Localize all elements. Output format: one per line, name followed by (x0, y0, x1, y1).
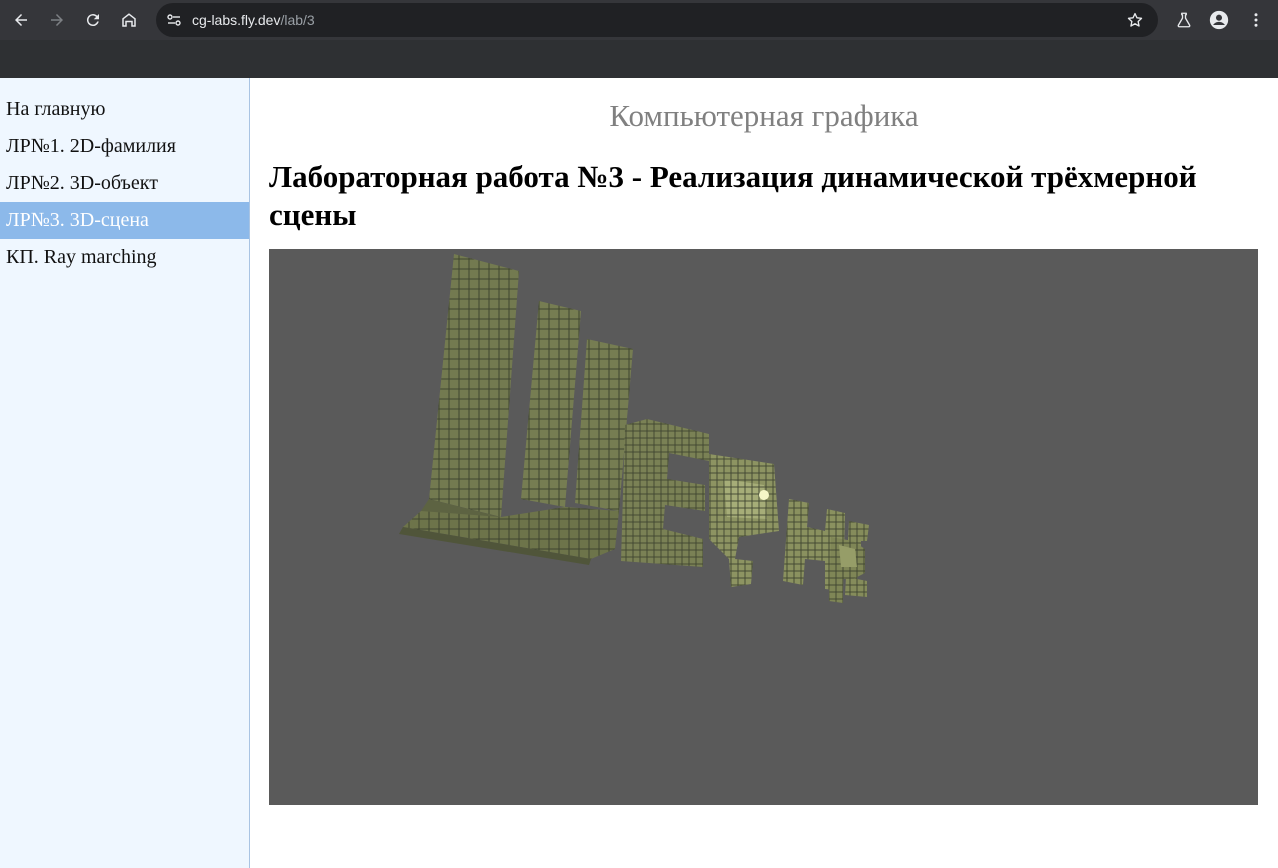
labs-button[interactable] (1172, 8, 1196, 32)
browser-toolbar: cg-labs.fly.dev/lab/3 (0, 0, 1278, 40)
arrow-left-icon (15, 14, 27, 26)
url-path: /lab/3 (280, 12, 315, 28)
sidebar-item-lab1[interactable]: ЛР№1. 2D-фамилия (0, 128, 249, 165)
home-icon (122, 13, 136, 27)
more-vert-icon (1254, 13, 1258, 27)
letter-f (709, 454, 779, 587)
sidebar-item-home[interactable]: На главную (0, 91, 249, 128)
profile-button[interactable] (1207, 8, 1231, 32)
flask-icon (1177, 12, 1191, 28)
main-content: Компьютерная графика Лабораторная работа… (250, 78, 1278, 868)
url-host: cg-labs.fly.dev (192, 12, 281, 28)
arrow-right-icon (51, 14, 63, 26)
home-button[interactable] (115, 6, 143, 34)
address-bar[interactable]: cg-labs.fly.dev/lab/3 (156, 3, 1158, 37)
url-text[interactable]: cg-labs.fly.dev/lab/3 (192, 3, 315, 37)
bookmark-star-icon[interactable] (1126, 11, 1144, 29)
letter-e (621, 419, 709, 567)
back-button[interactable] (7, 6, 35, 34)
forward-button[interactable] (43, 6, 71, 34)
sidebar-item-lab3[interactable]: ЛР№3. 3D-сцена (0, 202, 249, 239)
reload-icon (86, 14, 99, 27)
3d-scene-render (399, 254, 869, 603)
sidebar-item-course-project[interactable]: КП. Ray marching (0, 239, 249, 276)
browser-chrome: cg-labs.fly.dev/lab/3 (0, 0, 1278, 78)
site-title: Компьютерная графика (609, 98, 919, 133)
menu-button[interactable] (1244, 8, 1268, 32)
reload-button[interactable] (79, 6, 107, 34)
sidebar-item-lab2[interactable]: ЛР№2. 3D-объект (0, 165, 249, 202)
page-title: Лабораторная работа №3 - Реализация дина… (269, 159, 1197, 232)
web-page: На главную ЛР№1. 2D-фамилия ЛР№2. 3D-объ… (0, 78, 1278, 868)
site-info-icon[interactable] (164, 10, 184, 30)
avatar-icon (1209, 10, 1229, 30)
bookmarks-bar (0, 40, 1278, 78)
light-source (759, 490, 769, 500)
sidebar-nav: На главную ЛР№1. 2D-фамилия ЛР№2. 3D-объ… (0, 78, 250, 868)
scene-canvas[interactable] (269, 249, 1258, 805)
letter-sh (399, 254, 633, 565)
3d-text-object (399, 254, 869, 603)
